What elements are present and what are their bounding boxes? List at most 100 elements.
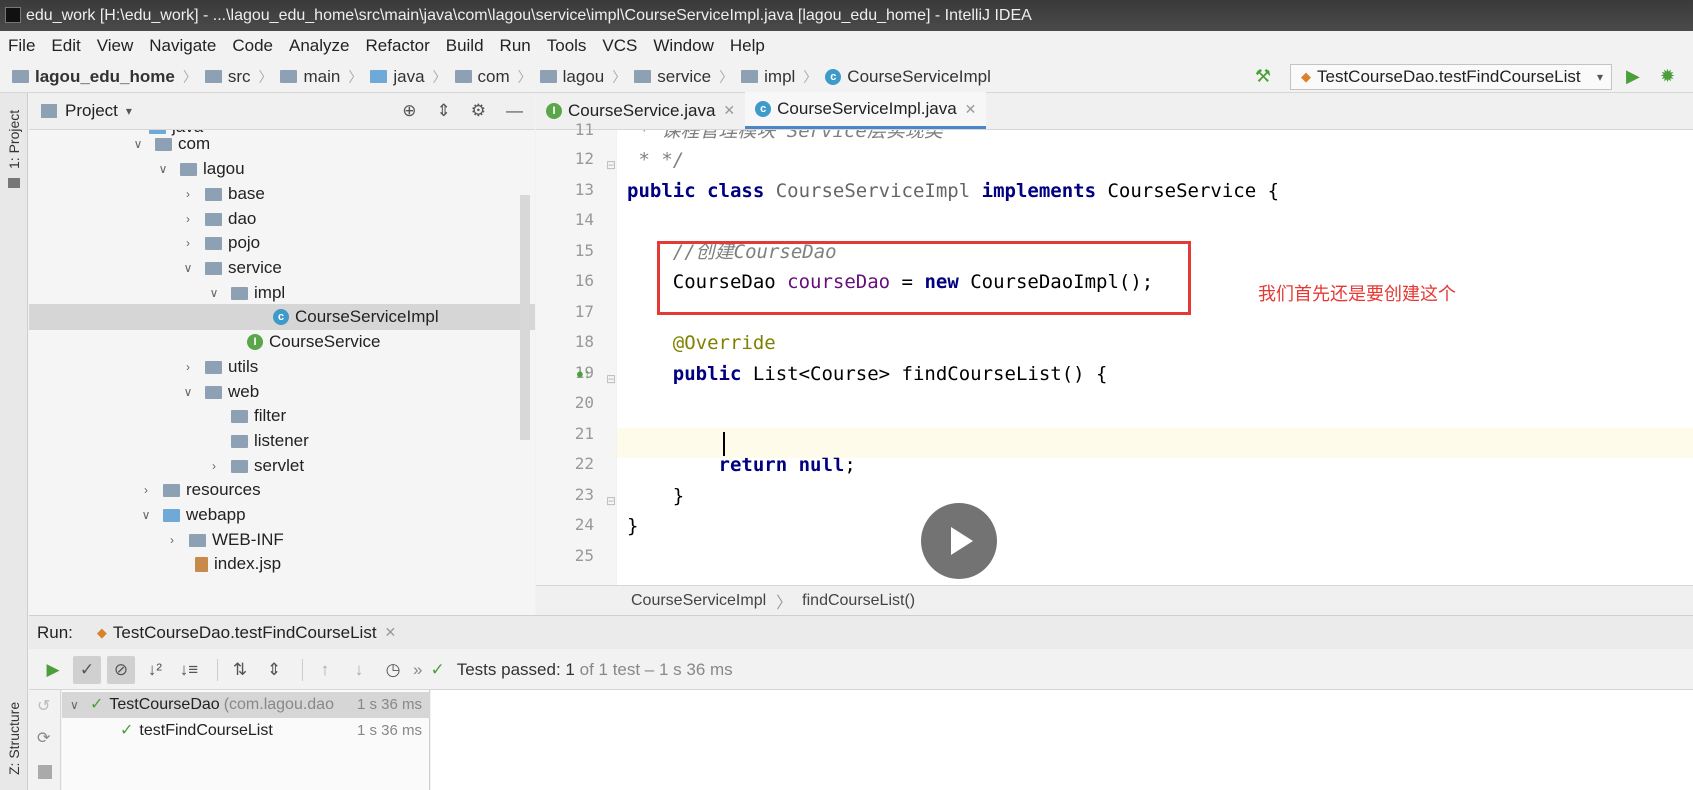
rerun-failed-icon[interactable]: ↺	[37, 696, 50, 716]
gear-icon[interactable]: ⚙	[471, 101, 486, 121]
menu-window[interactable]: Window	[653, 36, 713, 56]
chevron-down-icon[interactable]: ∨	[205, 280, 223, 306]
tree-scrollbar[interactable]	[520, 195, 530, 440]
tree-item-listener[interactable]: listener	[231, 428, 309, 454]
menu-edit[interactable]: Edit	[51, 36, 80, 56]
chevron-down-icon[interactable]: ▾	[126, 104, 132, 118]
more-chevron-icon[interactable]: »	[413, 660, 422, 680]
menu-code[interactable]: Code	[232, 36, 273, 56]
show-passed-check-icon[interactable]: ✓	[73, 655, 101, 684]
breadcrumb-lagou[interactable]: lagou 〉	[539, 67, 626, 87]
project-panel-title[interactable]: Project	[65, 101, 118, 121]
rerun-play-icon[interactable]: ▶	[39, 656, 67, 684]
breadcrumb-java[interactable]: java 〉	[370, 67, 447, 87]
tab-courseserviceimpl-java[interactable]: c CourseServiceImpl.java ✕	[745, 92, 987, 129]
line-number: 20	[574, 393, 594, 412]
menu-navigate[interactable]: Navigate	[149, 36, 216, 56]
implements-method-icon[interactable]: ●↑	[576, 366, 590, 381]
chevron-right-icon[interactable]: ›	[137, 477, 155, 503]
chevron-right-icon[interactable]: ›	[179, 354, 197, 380]
tree-item-index-jsp[interactable]: index.jsp	[195, 551, 281, 577]
breadcrumb-project[interactable]: lagou_edu_home 〉	[12, 67, 197, 87]
run-icon[interactable]: ▶	[1626, 66, 1646, 88]
arrow-up-icon[interactable]: ↑	[311, 656, 339, 684]
chevron-right-icon[interactable]: ›	[205, 453, 223, 479]
arrow-down-icon[interactable]: ↓	[345, 656, 373, 684]
collapse-all-icon[interactable]: ⇕	[260, 656, 288, 684]
tree-item-filter[interactable]: filter	[231, 403, 286, 429]
close-icon[interactable]: ✕	[965, 101, 977, 118]
chevron-down-icon[interactable]: ∨	[70, 692, 90, 718]
fold-icon[interactable]: ⊟	[606, 372, 616, 386]
menu-vcs[interactable]: VCS	[602, 36, 637, 56]
tree-item-pojo[interactable]: › pojo	[179, 230, 260, 256]
breadcrumb-com[interactable]: com 〉	[454, 67, 532, 87]
show-ignored-icon[interactable]: ⊘	[107, 655, 135, 684]
tree-item-courseservice[interactable]: I CourseService	[247, 329, 381, 355]
chevron-right-icon[interactable]: ›	[179, 230, 197, 256]
test-console-output[interactable]	[431, 690, 1693, 790]
close-icon[interactable]: ✕	[723, 102, 735, 119]
run-configuration-select[interactable]: ◆ TestCourseDao.testFindCourseList ▾	[1290, 64, 1612, 90]
breadcrumb-class[interactable]: c CourseServiceImpl	[825, 67, 991, 87]
menu-refactor[interactable]: Refactor	[365, 36, 429, 56]
chevron-down-icon[interactable]: ∨	[129, 131, 147, 157]
hide-minus-icon[interactable]: —	[506, 101, 523, 121]
chevron-right-icon[interactable]: ›	[179, 181, 197, 207]
tree-item-courseserviceimpl[interactable]: c CourseServiceImpl	[29, 304, 535, 330]
breadcrumb-main[interactable]: main 〉	[280, 67, 362, 87]
chevron-down-icon[interactable]: ∨	[154, 156, 172, 182]
stop-icon[interactable]	[38, 765, 52, 779]
tree-item-base[interactable]: › base	[179, 181, 265, 207]
locate-target-icon[interactable]: ⊕	[402, 101, 416, 121]
expand-all-icon[interactable]: ⇅	[226, 656, 254, 684]
chevron-down-icon[interactable]: ∨	[179, 255, 197, 281]
test-suite-row[interactable]: ∨ ✓ TestCourseDao (com.lagou.dao 1 s 36 …	[62, 692, 430, 718]
build-hammer-icon[interactable]: ⚒	[1252, 66, 1274, 88]
tree-item-impl[interactable]: ∨ impl	[205, 280, 286, 306]
text-caret	[723, 432, 725, 456]
menu-tools[interactable]: Tools	[547, 36, 587, 56]
menu-help[interactable]: Help	[730, 36, 765, 56]
close-icon[interactable]: ✕	[385, 624, 397, 641]
menu-file[interactable]: File	[8, 36, 35, 56]
menu-build[interactable]: Build	[446, 36, 484, 56]
video-play-button[interactable]	[921, 503, 997, 579]
menu-run[interactable]: Run	[500, 36, 531, 56]
tree-item-dao[interactable]: › dao	[179, 206, 256, 232]
package-icon	[205, 261, 222, 275]
editor-crumb-class[interactable]: CourseServiceImpl	[631, 592, 766, 610]
tree-item-utils[interactable]: › utils	[179, 354, 258, 380]
project-tool-tab[interactable]: 1: Project	[6, 110, 22, 169]
menu-view[interactable]: View	[97, 36, 134, 56]
breadcrumb-src[interactable]: src 〉	[204, 67, 272, 87]
run-tab[interactable]: ◆ TestCourseDao.testFindCourseList ✕	[97, 623, 396, 643]
chevron-right-icon[interactable]: ›	[163, 527, 181, 553]
breadcrumb-impl[interactable]: impl 〉	[741, 67, 817, 87]
tree-item-web-inf[interactable]: › WEB-INF	[163, 527, 284, 553]
menu-analyze[interactable]: Analyze	[289, 36, 349, 56]
history-clock-icon[interactable]: ◷	[379, 656, 407, 684]
chevron-right-icon[interactable]: ›	[179, 206, 197, 232]
structure-tool-tab[interactable]: Z: Structure	[6, 702, 22, 775]
toggle-auto-test-icon[interactable]: ⟳	[37, 728, 50, 748]
tree-item-service[interactable]: ∨ service	[179, 255, 282, 281]
code-editor[interactable]: * 课程管理模块 Service层实现类 * */ public class C…	[617, 130, 1693, 585]
sort-alphabetically-icon[interactable]: ↓²	[141, 656, 169, 684]
tree-item-com[interactable]: ∨ com	[129, 131, 211, 157]
test-case-row[interactable]: ✓ testFindCourseList 1 s 36 ms	[62, 718, 430, 744]
chevron-down-icon[interactable]: ∨	[137, 502, 155, 528]
editor-crumb-method[interactable]: findCourseList()	[802, 592, 915, 610]
fold-icon[interactable]: ⊟	[606, 158, 616, 172]
sort-duration-icon[interactable]: ↓≡	[175, 656, 203, 684]
debug-bug-icon[interactable]: ✹	[1660, 66, 1682, 88]
breadcrumb-service[interactable]: service 〉	[634, 67, 733, 87]
collapse-all-icon[interactable]: ⇕	[437, 101, 451, 121]
tree-item-lagou[interactable]: ∨ lagou	[154, 156, 245, 182]
chevron-down-icon[interactable]: ∨	[179, 379, 197, 405]
tree-item-resources[interactable]: › resources	[137, 477, 261, 503]
tree-item-servlet[interactable]: › servlet	[205, 453, 304, 479]
fold-icon[interactable]: ⊟	[606, 494, 616, 508]
tree-item-web[interactable]: ∨ web	[179, 379, 260, 405]
tree-item-webapp[interactable]: ∨ webapp	[137, 502, 246, 528]
